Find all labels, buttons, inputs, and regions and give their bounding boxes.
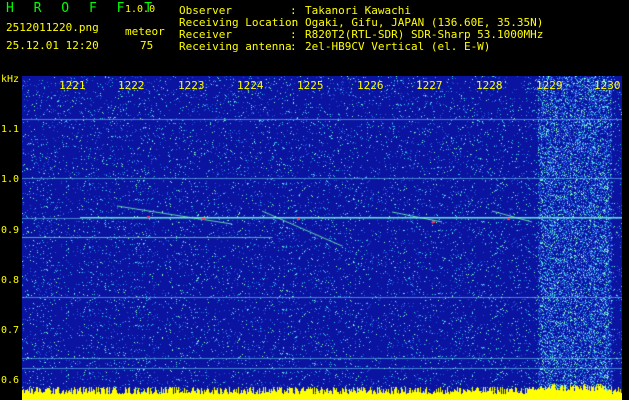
y-axis-unit: kHz bbox=[1, 74, 20, 85]
meteor-count: 75 bbox=[140, 39, 154, 52]
info-label-antenna: Receiving antenna bbox=[179, 40, 292, 53]
x-tick-label: 1227 bbox=[416, 79, 443, 92]
x-tick-label: 1226 bbox=[357, 79, 384, 92]
x-tick-label: 1221 bbox=[59, 79, 86, 92]
meteor-label: meteor bbox=[125, 25, 165, 38]
image-filename: 2512011220.png bbox=[6, 21, 99, 34]
y-tick-label: 0.6 bbox=[1, 375, 20, 386]
right-edge-strip bbox=[622, 76, 629, 400]
y-tick-label: 0.7 bbox=[1, 325, 20, 336]
x-tick-label: 1230 bbox=[594, 79, 621, 92]
y-tick-label: 0.9 bbox=[1, 225, 20, 236]
y-tick-label: 0.8 bbox=[1, 275, 20, 286]
y-tick-label: 1.0 bbox=[1, 174, 20, 185]
x-tick-label: 1223 bbox=[178, 79, 205, 92]
x-tick-label: 1225 bbox=[297, 79, 324, 92]
x-tick-label: 1229 bbox=[536, 79, 563, 92]
spectrogram-canvas bbox=[22, 76, 622, 400]
info-value-antenna: 2el-HB9CV Vertical (el. E-W) bbox=[305, 40, 491, 53]
y-tick-label: 1.1 bbox=[1, 124, 20, 135]
x-tick-label: 1222 bbox=[118, 79, 145, 92]
x-tick-label: 1228 bbox=[476, 79, 503, 92]
x-tick-label: 1224 bbox=[237, 79, 264, 92]
app-version: 1.0.0 bbox=[125, 4, 156, 15]
info-separator: : bbox=[290, 40, 297, 53]
capture-datetime: 25.12.01 12:20 bbox=[6, 39, 99, 52]
header-panel: H R O F F T 1.0.0 2512011220.png meteor … bbox=[0, 0, 629, 76]
